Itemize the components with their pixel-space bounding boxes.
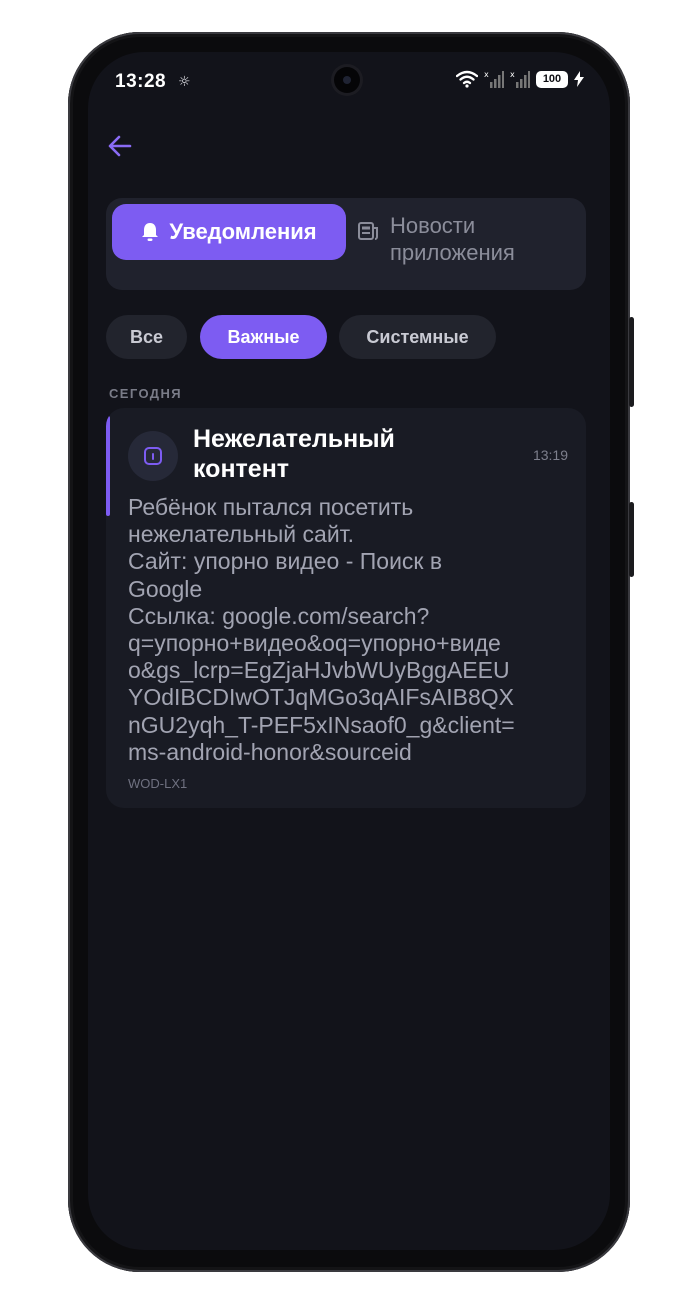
power-button: [629, 502, 634, 577]
section-header-today: СЕГОДНЯ: [109, 386, 182, 401]
back-arrow-icon[interactable]: [106, 132, 134, 160]
bell-icon: [142, 223, 159, 241]
signal-sim1-icon: x: [484, 70, 504, 88]
body-line: o&gs_lcrp=EgZjaHJvbWUyBggAEEU: [128, 657, 510, 684]
filter-important[interactable]: Важные: [200, 315, 327, 359]
status-bar: 13:28 ☼ x x 100: [88, 52, 610, 108]
filter-all[interactable]: Все: [106, 315, 187, 359]
body-line: ms-android-honor&sourceid: [128, 738, 412, 765]
body-line: Ссылка: google.com/search?: [128, 602, 430, 629]
body-line: q=упорно+видео&oq=упорно+виде: [128, 630, 501, 657]
svg-text:x: x: [484, 70, 489, 79]
body-line: Ребёнок пытался посетить: [128, 494, 414, 520]
body-line: nGU2yqh_T-PEF5xINsaof0_g&client=: [128, 711, 515, 738]
newspaper-icon: [358, 222, 378, 240]
notification-time: 13:19: [532, 447, 568, 463]
tab-notifications-label: Уведомления: [169, 219, 317, 244]
tab-app-news-label: Новости приложения: [390, 213, 515, 265]
charging-icon: [574, 71, 584, 87]
screen: 13:28 ☼ x x 100 Уведомления Новости прил…: [88, 52, 610, 1250]
signal-sim2-icon: x: [510, 70, 530, 88]
tab-notifications[interactable]: Уведомления: [112, 204, 346, 260]
status-time: 13:28: [115, 71, 167, 92]
battery-icon: 100: [536, 70, 568, 88]
notification-title: Нежелательный контент: [193, 425, 395, 483]
body-line: нежелательный сайт.: [128, 521, 355, 548]
tab-app-news[interactable]: Новости приложения: [358, 212, 578, 278]
tab-switcher: Уведомления Новости приложения: [106, 198, 586, 290]
notification-app-icon: ☼: [178, 74, 191, 90]
unread-indicator: [106, 416, 110, 516]
filter-system[interactable]: Системные: [339, 315, 496, 359]
notification-icon-badge: [128, 431, 178, 481]
blocked-content-icon: [144, 447, 162, 465]
body-line: YOdIBCDIwOTJqMGo3qAIFsAIB8QX: [128, 684, 515, 711]
body-line: Google: [128, 575, 203, 602]
volume-button: [629, 317, 634, 407]
svg-text:x: x: [510, 70, 515, 79]
wifi-icon: [456, 70, 478, 88]
device-name: WOD-LX1: [128, 776, 188, 791]
notification-body: Ребёнок пытался посетить нежелательный с…: [128, 494, 578, 766]
front-camera: [334, 67, 360, 93]
body-line: Сайт: упорно видео - Поиск в: [128, 548, 443, 575]
notification-card[interactable]: Нежелательный контент 13:19 Ребёнок пыта…: [106, 408, 586, 808]
